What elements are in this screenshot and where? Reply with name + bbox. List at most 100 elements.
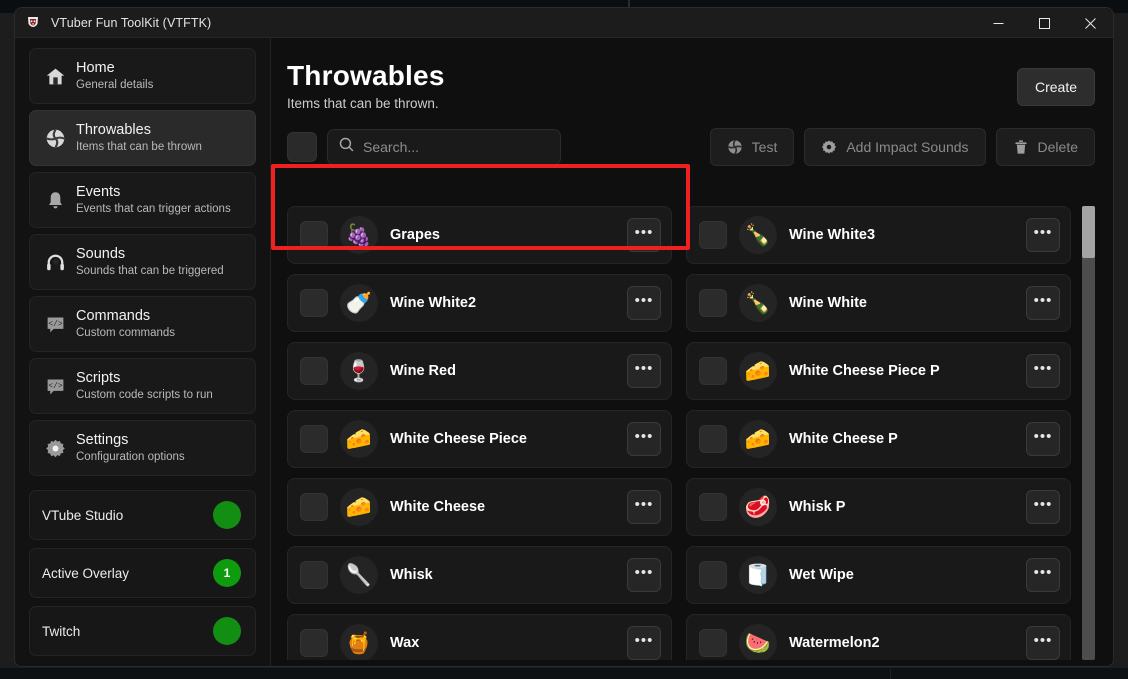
vtftk-logo-icon	[28, 16, 38, 27]
item-label: White Cheese	[390, 499, 486, 515]
status-item-vtube-studio[interactable]: VTube Studio	[29, 490, 256, 540]
item-label: Wax	[390, 635, 420, 651]
row-checkbox[interactable]	[300, 493, 328, 521]
window-body: Home General details Throwables Items th…	[15, 38, 1113, 666]
row-more-options-button[interactable]: •••	[627, 286, 661, 320]
main-content: Throwables Items that can be thrown. Cre…	[271, 38, 1113, 666]
row-more-options-button[interactable]: •••	[1026, 490, 1060, 524]
row-checkbox[interactable]	[300, 561, 328, 589]
row-checkbox[interactable]	[300, 221, 328, 249]
row-more-options-button[interactable]: •••	[1026, 422, 1060, 456]
item-label: White Cheese Piece P	[789, 363, 940, 379]
item-label: Watermelon2	[789, 635, 880, 651]
list-scrollbar-thumb[interactable]	[1082, 206, 1095, 258]
row-checkbox[interactable]	[300, 289, 328, 317]
item-thumbnail-icon: 🧀	[340, 488, 378, 526]
row-checkbox[interactable]	[699, 221, 727, 249]
table-row[interactable]: 🧀 White Cheese Piece P •••	[686, 342, 1071, 400]
item-thumbnail-icon: 🍾	[739, 284, 777, 322]
title-bar[interactable]: VTuber Fun ToolKit (VTFTK)	[15, 8, 1113, 38]
row-checkbox[interactable]	[699, 425, 727, 453]
row-more-options-button[interactable]: •••	[1026, 626, 1060, 660]
row-checkbox[interactable]	[300, 629, 328, 657]
sidebar-item-home[interactable]: Home General details	[29, 48, 256, 104]
gear-icon	[40, 438, 70, 459]
row-checkbox[interactable]	[300, 425, 328, 453]
sidebar-item-subtitle: General details	[76, 79, 154, 91]
row-more-options-button[interactable]: •••	[627, 422, 661, 456]
status-item-active-overlay[interactable]: Active Overlay 1	[29, 548, 256, 598]
table-row[interactable]: 🍉 Watermelon2 •••	[686, 614, 1071, 660]
row-more-options-button[interactable]: •••	[1026, 286, 1060, 320]
status-badge	[213, 617, 241, 645]
item-thumbnail-icon: 🧀	[340, 420, 378, 458]
table-row[interactable]: 🍾 Wine White3 •••	[686, 206, 1071, 264]
add-impact-sounds-label: Add Impact Sounds	[846, 139, 969, 155]
list-scrollbar[interactable]	[1082, 206, 1095, 660]
ball-icon	[727, 139, 743, 155]
sidebar-item-throwables[interactable]: Throwables Items that can be thrown	[29, 110, 256, 166]
row-more-options-button[interactable]: •••	[627, 354, 661, 388]
sidebar-item-title: Throwables	[76, 122, 151, 138]
test-button[interactable]: Test	[709, 128, 795, 166]
minimize-button[interactable]	[975, 8, 1021, 38]
row-checkbox[interactable]	[699, 289, 727, 317]
table-row[interactable]: 🥩 Whisk P •••	[686, 478, 1071, 536]
trash-icon	[1013, 139, 1029, 155]
table-row[interactable]: 🧀 White Cheese P •••	[686, 410, 1071, 468]
row-more-options-button[interactable]: •••	[1026, 218, 1060, 252]
table-row[interactable]: 🍾 Wine White •••	[686, 274, 1071, 332]
row-more-options-button[interactable]: •••	[627, 490, 661, 524]
table-row[interactable]: 🧀 White Cheese •••	[287, 478, 672, 536]
status-item-twitch[interactable]: Twitch	[29, 606, 256, 656]
row-checkbox[interactable]	[300, 357, 328, 385]
maximize-button[interactable]	[1021, 8, 1067, 38]
status-badge	[213, 501, 241, 529]
table-row[interactable]: 🍇 Grapes •••	[287, 206, 672, 264]
table-row[interactable]: 🍯 Wax •••	[287, 614, 672, 660]
row-more-options-button[interactable]: •••	[627, 626, 661, 660]
sidebar-item-subtitle: Custom code scripts to run	[76, 389, 213, 401]
sidebar-item-scripts[interactable]: </> Scripts Custom code scripts to run	[29, 358, 256, 414]
table-row[interactable]: 🧻 Wet Wipe •••	[686, 546, 1071, 604]
sidebar-item-title: Settings	[76, 432, 129, 448]
row-checkbox[interactable]	[699, 561, 727, 589]
sidebar-item-settings[interactable]: Settings Configuration options	[29, 420, 256, 476]
row-checkbox[interactable]	[699, 493, 727, 521]
search-field[interactable]	[327, 129, 561, 165]
svg-text:</>: </>	[48, 319, 62, 328]
row-more-options-button[interactable]: •••	[1026, 558, 1060, 592]
item-thumbnail-icon: 🍷	[340, 352, 378, 390]
svg-text:</>: </>	[48, 381, 62, 390]
table-row[interactable]: 🍷 Wine Red •••	[287, 342, 672, 400]
status-label: VTube Studio	[42, 507, 124, 523]
create-button[interactable]: Create	[1016, 68, 1095, 106]
sidebar-item-events[interactable]: Events Events that can trigger actions	[29, 172, 256, 228]
page-title: Throwables	[287, 60, 445, 91]
row-checkbox[interactable]	[699, 629, 727, 657]
table-row[interactable]: 🥄 Whisk •••	[287, 546, 672, 604]
row-checkbox[interactable]	[699, 357, 727, 385]
item-thumbnail-icon: 🍉	[739, 624, 777, 660]
sidebar-item-subtitle: Items that can be thrown	[76, 141, 202, 153]
row-more-options-button[interactable]: •••	[1026, 354, 1060, 388]
row-more-options-button[interactable]: •••	[627, 558, 661, 592]
add-impact-sounds-button[interactable]: Add Impact Sounds	[804, 128, 986, 166]
item-label: Wine White	[789, 295, 868, 311]
select-all-checkbox[interactable]	[287, 132, 317, 162]
sidebar-item-commands[interactable]: </> Commands Custom commands	[29, 296, 256, 352]
item-label: Wine White3	[789, 227, 876, 243]
sidebar-item-sounds[interactable]: Sounds Sounds that can be triggered	[29, 234, 256, 290]
delete-button[interactable]: Delete	[995, 128, 1095, 166]
close-button[interactable]	[1067, 8, 1113, 38]
item-thumbnail-icon: 🍼	[340, 284, 378, 322]
table-row[interactable]: 🍼 Wine White2 •••	[287, 274, 672, 332]
row-more-options-button[interactable]: •••	[627, 218, 661, 252]
status-badge: 1	[213, 559, 241, 587]
search-input[interactable]	[363, 139, 550, 155]
item-thumbnail-icon: 🍯	[340, 624, 378, 660]
sidebar-item-subtitle: Events that can trigger actions	[76, 203, 231, 215]
item-thumbnail-icon: 🥄	[340, 556, 378, 594]
item-thumbnail-icon: 🥩	[739, 488, 777, 526]
table-row[interactable]: 🧀 White Cheese Piece •••	[287, 410, 672, 468]
